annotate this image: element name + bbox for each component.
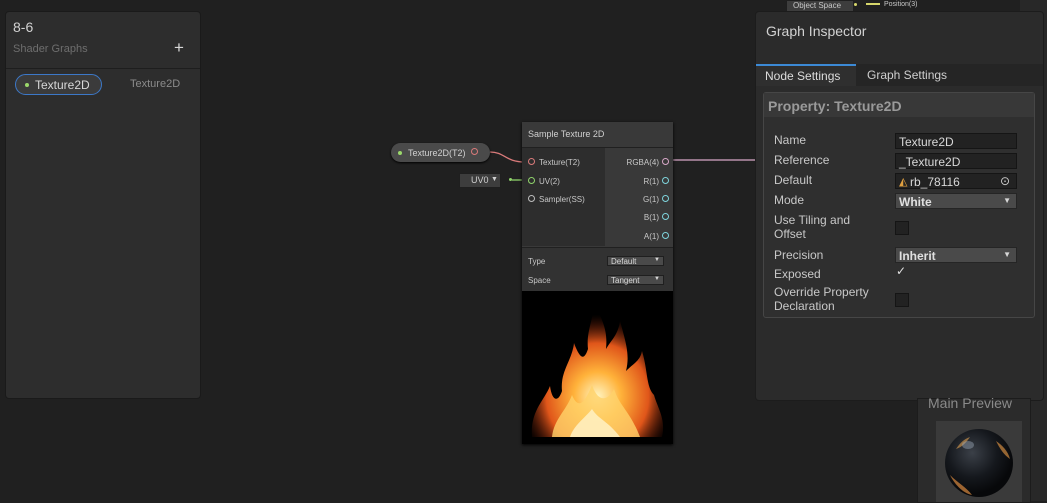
type-dropdown[interactable]: Default ▼: [607, 256, 664, 266]
divider: [6, 68, 200, 69]
reference-field-value: _Texture2D: [899, 155, 961, 169]
exposed-dot-icon: [398, 151, 402, 155]
input-label: Sampler(SS): [539, 195, 585, 204]
texture-asset-icon: ◭: [899, 176, 908, 188]
exposed-dot-icon: [25, 83, 29, 87]
space-dropdown[interactable]: Tangent ▼: [607, 275, 664, 285]
chevron-down-icon: ▼: [654, 257, 660, 263]
override-label-line2: Declaration: [774, 299, 835, 313]
a-output-port[interactable]: [662, 232, 669, 239]
precision-dropdown-value: Inherit: [899, 249, 936, 263]
type-dropdown-value: Default: [611, 257, 637, 266]
exposed-label: Exposed: [774, 267, 821, 281]
rgba-output-port[interactable]: [662, 158, 669, 165]
property-name: Texture2D: [35, 78, 90, 92]
graph-inspector-panel: Graph Inspector Node Settings Graph Sett…: [755, 11, 1044, 401]
inspector-tabs: Node Settings Graph Settings: [756, 64, 1043, 86]
reference-label: Reference: [774, 153, 830, 167]
tab-node-settings[interactable]: Node Settings: [756, 64, 856, 86]
mode-label: Mode: [774, 193, 805, 207]
texture-wire: [489, 151, 526, 163]
input-label: UV(2): [539, 177, 560, 186]
node-outputs: RGBA(4) R(1) G(1) B(1) A(1): [605, 148, 673, 246]
use-tiling-checkbox[interactable]: [895, 221, 909, 235]
g-output-port[interactable]: [662, 195, 669, 202]
mode-dropdown-value: White: [899, 195, 932, 209]
override-label: Override Property: [774, 285, 869, 299]
exposed-checkbox[interactable]: ✓: [895, 264, 909, 280]
default-texture-field[interactable]: ◭ rb_78116 ⊙: [895, 173, 1017, 189]
uv-channel-dropdown[interactable]: UV0 ▼: [459, 173, 501, 188]
sample-texture-2d-node[interactable]: Sample Texture 2D Texture(T2) UV(2) Samp…: [522, 122, 673, 444]
r-output-port[interactable]: [662, 177, 669, 184]
property-settings-panel: Property: Texture2D Name Texture2D Refer…: [763, 92, 1035, 318]
name-field[interactable]: Texture2D: [895, 133, 1017, 149]
inspector-title: Graph Inspector: [766, 23, 867, 39]
output-label: RGBA(4): [626, 158, 659, 167]
precision-dropdown[interactable]: Inherit ▼: [895, 247, 1017, 263]
property-node-label: Texture2D(T2): [408, 148, 466, 158]
texture-input-port[interactable]: [528, 158, 535, 165]
space-label: Space: [528, 276, 551, 285]
mode-dropdown[interactable]: White ▼: [895, 193, 1017, 209]
output-label: B(1): [643, 213, 659, 222]
checkmark-icon: ✓: [896, 264, 907, 278]
preview-viewport[interactable]: [936, 421, 1022, 502]
preview-sphere: [945, 429, 1013, 497]
main-preview-title: Main Preview: [928, 395, 1013, 411]
input-label: Texture(T2): [539, 158, 580, 167]
tab-graph-settings[interactable]: Graph Settings: [867, 68, 947, 82]
sampler-input-port[interactable]: [528, 195, 535, 202]
space-dropdown-value: Tangent: [611, 276, 640, 285]
uv-dropdown-value: UV0: [471, 175, 489, 185]
tiling-label-line2: Offset: [774, 227, 806, 241]
tab-label: Node Settings: [765, 69, 841, 83]
blackboard-title: 8-6: [13, 19, 34, 35]
chevron-down-icon: ▼: [1003, 250, 1011, 259]
panel-title: Property: Texture2D: [768, 98, 902, 114]
b-output-port[interactable]: [662, 213, 669, 220]
default-label: Default: [774, 173, 813, 187]
node-settings: Type Default ▼ Space Tangent ▼: [522, 247, 673, 291]
output-label: G(1): [643, 195, 659, 204]
object-picker-icon[interactable]: ⊙: [1000, 174, 1010, 188]
type-label: Type: [528, 257, 546, 266]
uv-input-port[interactable]: [528, 177, 535, 184]
chevron-down-icon: ▼: [1003, 196, 1011, 205]
node-header[interactable]: Sample Texture 2D: [522, 122, 673, 148]
main-preview-panel: Main Preview: [917, 395, 1031, 503]
override-declaration-checkbox[interactable]: [895, 293, 909, 307]
output-label: A(1): [643, 232, 659, 241]
property-type: Texture2D: [130, 78, 181, 90]
name-field-value: Texture2D: [899, 135, 954, 149]
output-label: R(1): [643, 177, 659, 186]
chevron-down-icon: ▼: [654, 276, 660, 282]
chevron-down-icon: ▼: [491, 176, 498, 183]
node-inputs: Texture(T2) UV(2) Sampler(SS): [522, 148, 605, 246]
node-title: Sample Texture 2D: [528, 129, 605, 139]
blackboard-subtitle: Shader Graphs: [13, 43, 88, 55]
add-property-button[interactable]: +: [174, 38, 184, 58]
uv-port-dot: [509, 178, 512, 181]
blackboard-property-pill[interactable]: Texture2D: [15, 74, 102, 95]
texture2d-property-node[interactable]: Texture2D(T2): [391, 143, 490, 162]
blackboard-panel: 8-6 Shader Graphs + Texture2D Texture2D: [5, 11, 201, 399]
panel-header: Property: Texture2D: [764, 93, 1034, 117]
fire-texture-image: [531, 301, 664, 437]
node-texture-preview: [522, 291, 673, 444]
default-texture-value: rb_78116: [910, 175, 960, 189]
tiling-label: Use Tiling and: [774, 213, 851, 227]
name-label: Name: [774, 133, 807, 147]
texture-output-port[interactable]: [471, 148, 478, 155]
precision-label: Precision: [774, 248, 824, 262]
reference-field[interactable]: _Texture2D: [895, 153, 1017, 169]
